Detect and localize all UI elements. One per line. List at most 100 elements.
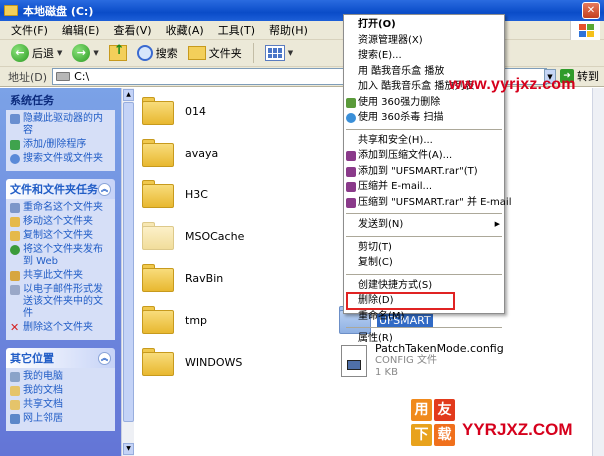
task-hide-drive[interactable]: 隐藏此驱动器的内容 <box>10 113 111 137</box>
task-pane-scrollbar[interactable]: ▲ ▼ <box>121 88 134 456</box>
menu-view[interactable]: 查看(V) <box>106 22 158 38</box>
go-label: 转到 <box>577 70 599 83</box>
toolbar: ← 后退 ▼ → ▼ 搜索 文件夹 ▼ <box>0 40 604 67</box>
collapse-icon[interactable]: ︽ <box>98 182 111 196</box>
task-search-files[interactable]: 搜索文件或文件夹 <box>10 153 111 165</box>
scroll-up-icon[interactable]: ▲ <box>123 89 134 101</box>
search-icon <box>136 45 153 61</box>
task-delete-folder[interactable]: ✕ 删除这个文件夹 <box>10 322 111 334</box>
views-button[interactable]: ▼ <box>262 42 296 65</box>
place-my-documents[interactable]: 我的文档 <box>10 385 111 397</box>
folder-item[interactable]: avaya <box>142 139 218 167</box>
folder-item[interactable]: H3C <box>142 180 208 208</box>
search-label: 搜索 <box>155 47 178 60</box>
folder-item[interactable]: RavBin <box>142 264 223 292</box>
folders-icon <box>187 46 206 60</box>
winrar-icon <box>346 197 356 208</box>
menu-edit[interactable]: 编辑(E) <box>55 22 107 38</box>
menu-item-compress-ufsmart-email[interactable]: 压缩到 "UFSMART.rar" 并 E-mail <box>344 195 511 211</box>
menu-item-add-ufsmart-rar[interactable]: 添加到 "UFSMART.rar"(T) <box>344 164 504 180</box>
folder-icon <box>142 97 174 125</box>
menu-item-send-to[interactable]: 发送到(N) ▶ <box>344 217 504 233</box>
move-icon <box>10 217 20 227</box>
hidden-folder-icon <box>142 222 174 250</box>
menu-favorites[interactable]: 收藏(A) <box>159 22 211 38</box>
folder-icon <box>142 348 174 376</box>
task-move-folder[interactable]: 移动这个文件夹 <box>10 216 111 228</box>
context-menu: 打开(O) 资源管理器(X) 搜索(E)... 用 酷我音乐盒 播放 加入 酷我… <box>343 14 511 344</box>
menu-item-delete[interactable]: 删除(D) <box>346 292 455 310</box>
menu-item-360-delete[interactable]: 使用 360强力删除 <box>344 95 504 111</box>
scroll-down-icon[interactable]: ▼ <box>123 443 134 455</box>
folders-button[interactable]: 文件夹 <box>185 42 245 65</box>
address-value: C:\ <box>74 70 90 83</box>
task-publish-web[interactable]: 将这个文件夹发布到 Web <box>10 244 111 268</box>
menu-item-cut[interactable]: 剪切(T) <box>344 240 504 256</box>
folder-item[interactable]: 014 <box>142 97 206 125</box>
menu-item-360-scan[interactable]: 使用 360杀毒 扫描 <box>344 110 504 126</box>
forward-dropdown-icon[interactable]: ▼ <box>93 49 98 57</box>
shared-folder-icon <box>10 400 20 410</box>
folder-item[interactable]: tmp <box>142 306 207 334</box>
menu-item-add-archive[interactable]: 添加到压缩文件(A)... <box>344 148 504 164</box>
folders-label: 文件夹 <box>208 47 242 60</box>
close-button[interactable]: ✕ <box>582 2 600 19</box>
menu-tools[interactable]: 工具(T) <box>211 22 262 38</box>
menu-item-search[interactable]: 搜索(E)... <box>344 48 504 64</box>
copy-icon <box>10 231 20 241</box>
search-button[interactable]: 搜索 <box>134 42 181 65</box>
file-tasks-header[interactable]: 文件和文件夹任务 ︽ <box>6 179 115 199</box>
other-places-header[interactable]: 其它位置 ︽ <box>6 348 115 368</box>
winrar-icon <box>346 151 356 161</box>
back-label: 后退 <box>32 47 54 60</box>
task-copy-folder[interactable]: 复制这个文件夹 <box>10 230 111 242</box>
menu-item-create-shortcut[interactable]: 创建快捷方式(S) <box>344 278 504 294</box>
back-button[interactable]: ← 后退 ▼ <box>8 42 65 65</box>
menu-item-explorer[interactable]: 资源管理器(X) <box>344 33 504 49</box>
menu-item-open[interactable]: 打开(O) <box>344 17 504 33</box>
config-file-item[interactable]: PatchTakenMode.config CONFIG 文件 1 KB <box>341 343 504 379</box>
task-share-folder[interactable]: 共享此文件夹 <box>10 270 111 282</box>
task-email-folder[interactable]: 以电子邮件形式发送该文件夹中的文件 <box>10 284 111 320</box>
back-dropdown-icon[interactable]: ▼ <box>57 49 62 57</box>
file-list-scrollbar[interactable] <box>592 88 604 456</box>
place-shared-documents[interactable]: 共享文档 <box>10 399 111 411</box>
scroll-thumb[interactable] <box>123 102 134 422</box>
folder-item[interactable]: MSOCache <box>142 222 244 250</box>
views-icon <box>264 45 285 61</box>
up-button[interactable] <box>106 42 130 65</box>
system-tasks-header[interactable]: 系统任务 <box>6 90 115 110</box>
toolbar-separator <box>252 43 254 63</box>
forward-button[interactable]: → ▼ <box>69 42 101 65</box>
menu-item-compress-email[interactable]: 压缩并 E-mail... <box>344 179 504 195</box>
file-tasks-panel: 文件和文件夹任务 ︽ 重命名这个文件夹 移动这个文件夹 复制这个文件夹 将这个文… <box>6 179 115 340</box>
task-add-remove-programs[interactable]: 添加/删除程序 <box>10 139 111 151</box>
search-icon <box>10 154 20 164</box>
folder-item[interactable]: WINDOWS <box>142 348 242 376</box>
file-type: CONFIG 文件 <box>375 355 437 366</box>
folder-icon <box>142 306 174 334</box>
task-rename-folder[interactable]: 重命名这个文件夹 <box>10 202 111 214</box>
menu-separator <box>346 327 502 328</box>
forward-arrow-icon: → <box>72 44 91 62</box>
folder-icon <box>142 139 174 167</box>
task-pane: 系统任务 隐藏此驱动器的内容 添加/删除程序 搜索文件或文件夹 文件和文件夹任务… <box>0 88 121 456</box>
views-dropdown-icon[interactable]: ▼ <box>288 49 293 57</box>
folder-icon <box>142 264 174 292</box>
place-my-computer[interactable]: 我的电脑 <box>10 371 111 383</box>
menu-item-share[interactable]: 共享和安全(H)... <box>344 133 504 149</box>
menu-item-properties[interactable]: 属性(R) <box>344 331 504 347</box>
menu-item-rename[interactable]: 重命名(M) <box>344 309 504 325</box>
shield-icon <box>346 97 356 108</box>
menu-help[interactable]: 帮助(H) <box>262 22 315 38</box>
drive-icon <box>56 72 71 81</box>
collapse-icon[interactable]: ︽ <box>98 351 111 365</box>
network-icon <box>10 414 20 424</box>
globe-icon <box>10 245 20 255</box>
menu-file[interactable]: 文件(F) <box>4 22 55 38</box>
menu-bar: 文件(F) 编辑(E) 查看(V) 收藏(A) 工具(T) 帮助(H) <box>0 21 604 40</box>
documents-icon <box>10 386 20 396</box>
menu-item-copy[interactable]: 复制(C) <box>344 255 504 271</box>
menu-separator <box>346 235 502 237</box>
place-network[interactable]: 网上邻居 <box>10 413 111 425</box>
